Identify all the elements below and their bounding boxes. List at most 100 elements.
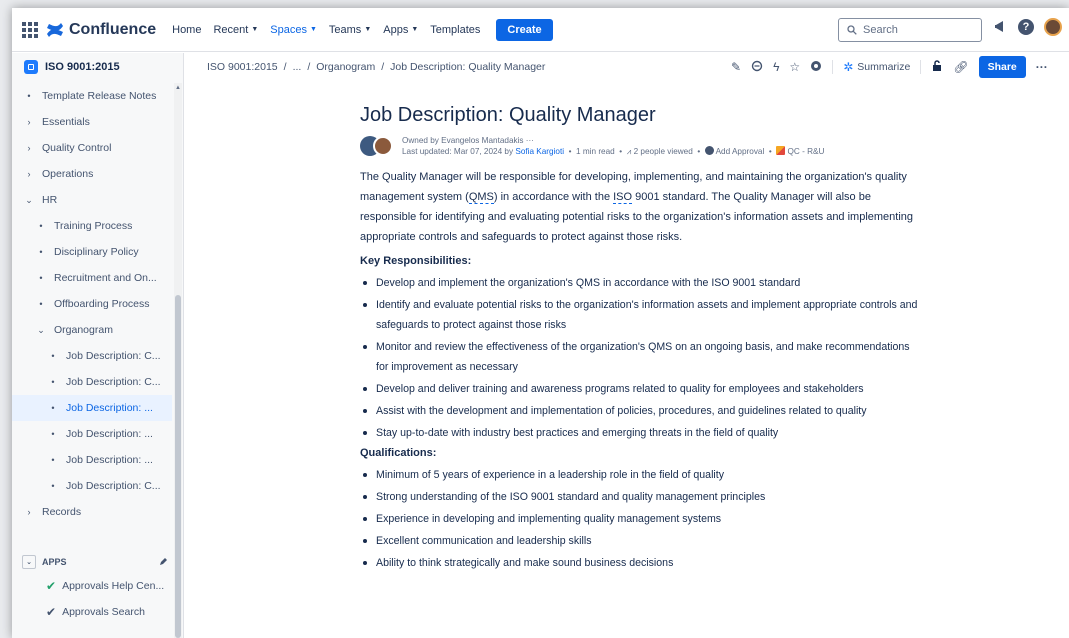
more-actions-icon[interactable]: ··· — [1036, 60, 1048, 74]
sidebar-tree-item[interactable]: › Essentials — [12, 109, 172, 135]
sidebar-tree-item-label: Job Description: ... — [66, 428, 153, 440]
contributor-avatars[interactable] — [360, 135, 396, 157]
chevron-right-icon[interactable]: › — [22, 117, 36, 127]
analytics-icon: ⩘ — [626, 147, 632, 156]
unlock-icon[interactable] — [931, 59, 943, 75]
sidebar-tree-item[interactable]: • Offboarding Process — [12, 291, 172, 317]
sidebar-tree-item-label: Job Description: ... — [66, 402, 153, 414]
edit-pencil-icon[interactable]: ✎ — [731, 60, 741, 74]
user-avatar[interactable] — [1044, 18, 1062, 36]
sidebar-tree-item[interactable]: • Recruitment and On... — [12, 265, 172, 291]
nav-teams-label: Teams — [328, 23, 362, 36]
chevron-right-icon[interactable]: › — [22, 507, 36, 517]
sidebar-tree-item[interactable]: • Job Description: C... — [12, 369, 172, 395]
comment-icon[interactable] — [751, 60, 763, 75]
create-button[interactable]: Create — [496, 18, 553, 41]
sidebar-tree-item-label: Offboarding Process — [54, 298, 150, 310]
notifications-megaphone-icon[interactable] — [994, 19, 1008, 35]
breadcrumb-parent[interactable]: Organogram — [316, 61, 375, 73]
avatar[interactable] — [373, 136, 393, 156]
qualification-item: Ability to think strategically and make … — [360, 553, 920, 573]
sidebar-tree-item[interactable]: › Records — [12, 499, 172, 525]
space-header[interactable]: ISO 9001:2015 — [12, 53, 183, 81]
automation-bolt-icon[interactable]: ϟ — [773, 60, 779, 74]
responsibility-item: Develop and implement the organization's… — [360, 273, 920, 293]
sidebar-tree-item[interactable]: • Job Description: ... — [12, 421, 172, 447]
sidebar-tree-item[interactable]: • Disciplinary Policy — [12, 239, 172, 265]
sidebar-tree-item[interactable]: • Job Description: ... — [12, 395, 172, 421]
qualifications-list: Minimum of 5 years of experience in a le… — [360, 465, 920, 573]
nav-templates[interactable]: Templates — [430, 24, 480, 36]
sidebar-tree-item-label: HR — [42, 194, 58, 206]
watch-eye-icon[interactable] — [810, 60, 822, 75]
sidebar-tree-item[interactable]: • Job Description: C... — [12, 343, 172, 369]
chevron-down-icon: ▼ — [364, 26, 372, 33]
bullet-icon: • — [39, 221, 43, 231]
apps-section-header[interactable]: ⌄ APPS — [22, 551, 168, 573]
nav-teams[interactable]: Teams ▼ — [329, 24, 371, 36]
check-icon: ✔ — [46, 579, 57, 593]
updated-line: Last updated: Mar 07, 2024 by Sofia Karg… — [402, 146, 825, 156]
sidebar-tree-item[interactable]: ⌄ Organogram — [12, 317, 172, 343]
edit-pencil-icon[interactable] — [159, 557, 168, 568]
add-approval-link[interactable]: Add Approval — [716, 147, 765, 156]
bullet-icon: • — [51, 403, 55, 413]
chevron-down-icon[interactable]: ⌄ — [34, 325, 48, 336]
read-time: 1 min read — [576, 147, 615, 156]
breadcrumb-ellipsis[interactable]: ... — [293, 61, 302, 73]
sidebar-tree-item[interactable]: • Job Description: C... — [12, 473, 172, 499]
share-button[interactable]: Share — [978, 56, 1026, 78]
viewed-count[interactable]: 2 people viewed — [634, 147, 693, 156]
app-approvals-help-center[interactable]: ✔ Approvals Help Cen... — [46, 579, 164, 593]
sidebar-tree-item-label: Operations — [42, 168, 94, 180]
bullet-icon: • — [39, 299, 43, 309]
app-label: Approvals Search — [62, 606, 145, 618]
sidebar-tree-item[interactable]: ⌄ HR — [12, 187, 172, 213]
nav-home[interactable]: Home — [172, 24, 201, 36]
scroll-up-icon[interactable]: ▲ — [175, 85, 181, 91]
page-toolbar: ✎ ϟ ☆ ✲ Summarize 🔗︎ Share ··· — [731, 56, 1048, 78]
star-icon[interactable]: ☆ — [789, 60, 800, 74]
sidebar-tree-item-label: Job Description: C... — [66, 480, 161, 492]
sidebar-tree-item[interactable]: • Training Process — [12, 213, 172, 239]
sidebar-tree-item[interactable]: • Template Release Notes — [12, 83, 172, 109]
link-icon[interactable]: 🔗︎ — [953, 60, 968, 74]
chevron-right-icon[interactable]: › — [22, 169, 36, 179]
nav-recent[interactable]: Recent ▼ — [213, 24, 258, 36]
nav-recent-label: Recent — [213, 23, 249, 36]
breadcrumb-root[interactable]: ISO 9001:2015 — [207, 61, 278, 73]
sidebar-scrollbar[interactable]: ▲ — [174, 83, 182, 638]
app-switcher-icon[interactable] — [22, 21, 38, 38]
bullet-icon: • — [27, 91, 31, 101]
sidebar-tree-item[interactable]: • Job Description: ... — [12, 447, 172, 473]
confluence-logo-icon — [47, 22, 63, 37]
sidebar-tree-item-label: Quality Control — [42, 142, 112, 154]
sidebar-tree-item[interactable]: › Operations — [12, 161, 172, 187]
updated-by-link[interactable]: Sofia Kargioti — [515, 147, 564, 156]
qualification-item: Experience in developing and implementin… — [360, 509, 920, 529]
responsibility-item: Assist with the development and implemen… — [360, 401, 920, 421]
chevron-down-icon[interactable]: ⌄ — [22, 195, 36, 206]
search-input[interactable]: Search — [838, 18, 982, 42]
owner-line[interactable]: Owned by Evangelos Mantadakis ··· — [402, 135, 824, 146]
sidebar-tree-item[interactable]: › Quality Control — [12, 135, 172, 161]
glossary-term-qms[interactable]: QMS — [468, 191, 494, 204]
chevron-down-icon[interactable]: ⌄ — [22, 555, 36, 569]
responsibility-item: Monitor and review the effectiveness of … — [360, 337, 920, 377]
qc-status-label[interactable]: QC - R&U — [788, 147, 825, 156]
glossary-term-iso[interactable]: ISO — [613, 191, 633, 204]
confluence-logo[interactable]: Confluence — [46, 21, 156, 39]
responsibility-item: Develop and deliver training and awarene… — [360, 379, 920, 399]
bullet-icon: • — [51, 455, 55, 465]
app-approvals-search[interactable]: ✔ Approvals Search — [46, 605, 145, 619]
space-name: ISO 9001:2015 — [45, 61, 120, 73]
scrollbar-thumb[interactable] — [175, 295, 181, 638]
nav-spaces[interactable]: Spaces ▼ — [270, 24, 317, 36]
summarize-button[interactable]: ✲ Summarize — [843, 60, 910, 74]
chevron-right-icon[interactable]: › — [22, 143, 36, 153]
help-icon[interactable]: ? — [1018, 19, 1034, 35]
breadcrumb-bar: ISO 9001:2015 / ... / Organogram / Job D… — [185, 53, 1069, 81]
breadcrumb-current[interactable]: Job Description: Quality Manager — [390, 61, 545, 73]
nav-apps[interactable]: Apps ▼ — [383, 24, 418, 36]
bullet-icon: • — [51, 429, 55, 439]
